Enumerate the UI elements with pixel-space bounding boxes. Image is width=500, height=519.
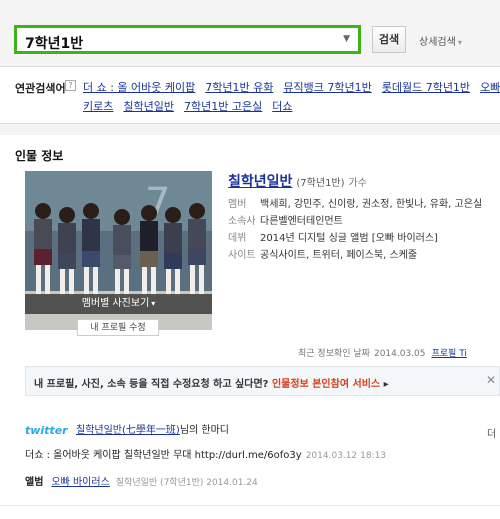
info-value[interactable]: 2014년 디지털 싱글 앨범 [오빠 바이러스] xyxy=(260,233,438,244)
related-link[interactable]: 칠학년일반 xyxy=(123,100,174,113)
profile-report-link[interactable]: 프로필 Ti xyxy=(432,349,467,359)
chevron-down-icon: ▾ xyxy=(151,299,156,308)
related-link[interactable]: 뮤직뱅크 7학년1반 xyxy=(283,81,371,94)
notice-link[interactable]: 인물정보 본인참여 서비스 xyxy=(272,379,380,390)
album-meta: 칠학년일반 (7학년1반) 2014.01.24 xyxy=(115,478,258,488)
help-icon[interactable]: ? xyxy=(65,80,76,91)
close-icon[interactable]: ✕ xyxy=(486,373,496,387)
related-label: 연관검색어 xyxy=(15,82,66,95)
dropdown-arrow-icon[interactable]: ▼ xyxy=(343,34,350,44)
notice-question: 내 프로필, 사진, 소속 등을 직접 수정요청 하고 싶다면? xyxy=(34,379,269,390)
info-key: 소속사 xyxy=(228,216,256,227)
info-value[interactable]: 다른벨엔터테인먼트 xyxy=(260,216,343,227)
arrow-right-icon: ▸ xyxy=(383,379,389,390)
info-value[interactable]: 공식사이트, 트위터, 페이스북, 스케줄 xyxy=(260,250,417,261)
info-key: 사이트 xyxy=(228,250,256,261)
twitter-title-suffix: 님의 한마디 xyxy=(179,425,229,436)
search-button[interactable]: 검색 xyxy=(372,26,406,53)
info-table: 멤버 백세희, 강민주, 신이랑, 권소정, 한빛나, 유화, 고은실 소속사 다른… xyxy=(228,195,482,263)
album-title-link[interactable]: 오빠 바이러스 xyxy=(51,477,109,488)
person-hanja: (7학년1반) xyxy=(296,178,345,189)
related-searches: 연관검색어 ? 더 쇼 : 올 어바웃 케이팝 7학년1반 유화 뮤직뱅크 7학년1… xyxy=(0,66,500,124)
info-row-debut: 데뷔 2014년 디지털 싱글 앨범 [오빠 바이러스] xyxy=(228,229,482,246)
updated-label: 최근 정보확인 날짜 xyxy=(298,349,370,359)
related-link[interactable]: 7학년1반 고은실 xyxy=(184,100,262,113)
related-link[interactable]: 롯데월드 7학년1반 xyxy=(382,81,470,94)
album-label: 앨범 xyxy=(25,477,44,488)
edit-request-notice: 내 프로필, 사진, 소속 등을 직접 수정요청 하고 싶다면? 인물정보 본인… xyxy=(25,366,500,396)
twitter-title: 칠학년일반(七學年一班)님의 한마디 xyxy=(76,421,229,436)
last-updated: 최근 정보확인 날짜 2014.03.05 프로필 Ti xyxy=(298,346,467,359)
person-role: 가수 xyxy=(348,178,367,189)
search-query[interactable]: 7학년1반 xyxy=(25,33,83,53)
related-row-2: 키로츠 칠학년일반 7학년1반 고은실 더쇼 xyxy=(83,98,302,114)
info-row-members: 멤버 백세희, 강민주, 신이랑, 권소정, 한빛나, 유화, 고은실 xyxy=(228,195,482,212)
info-value[interactable]: 백세희, 강민주, 신이랑, 권소정, 한빛나, 유화, 고은실 xyxy=(260,199,482,210)
person-name-link[interactable]: 칠학년일반 xyxy=(228,174,292,190)
related-link[interactable]: 더 쇼 : 올 어바웃 케이팝 xyxy=(83,81,195,94)
member-photos-button[interactable]: 멤버별 사진보기 ▾ xyxy=(25,294,212,314)
twitter-more-link[interactable]: 더 xyxy=(487,425,496,440)
tweet-text[interactable]: 더쇼 : 올어바웃 케이팝 칠학년일반 무대 http://durl.me/6o… xyxy=(25,450,302,461)
divider xyxy=(0,505,500,506)
related-link[interactable]: 더쇼 xyxy=(272,100,292,113)
person-info-card: 인물 정보 7 멤버별 사진보기 ▾ 내 프로필 수정 칠학년일반 (7학년1반) 가… xyxy=(0,135,500,519)
edit-profile-button[interactable]: 내 프로필 수정 xyxy=(77,319,159,336)
search-input[interactable]: 7학년1반 ▼ xyxy=(14,25,361,54)
detail-search-link[interactable]: 상세검색 ▾ xyxy=(419,33,462,48)
related-row-1: 더 쇼 : 올 어바웃 케이팝 7학년1반 유화 뮤직뱅크 7학년1반 롯데월드 7학… xyxy=(83,79,500,95)
tweet-body: 더쇼 : 올어바웃 케이팝 칠학년일반 무대 http://durl.me/6o… xyxy=(25,446,386,461)
twitter-logo: twitter xyxy=(25,424,68,437)
chevron-down-icon: ▾ xyxy=(457,38,462,47)
notice-text: 내 프로필, 사진, 소속 등을 직접 수정요청 하고 싶다면? 인물정보 본인… xyxy=(34,375,389,390)
album-row: 앨범 오빠 바이러스 칠학년일반 (7학년1반) 2014.01.24 xyxy=(25,473,258,488)
info-key: 데뷔 xyxy=(228,233,247,244)
detail-search-label[interactable]: 상세검색 xyxy=(419,37,456,48)
updated-date: 2014.03.05 xyxy=(373,349,426,359)
info-key: 멤버 xyxy=(228,199,247,210)
member-photos-label[interactable]: 멤버별 사진보기 xyxy=(82,298,150,309)
person-name-line: 칠학년일반 (7학년1반) 가수 xyxy=(228,171,367,191)
info-row-agency: 소속사 다른벨엔터테인먼트 xyxy=(228,212,482,229)
twitter-account-link[interactable]: 칠학년일반(七學年一班) xyxy=(76,425,180,436)
related-link[interactable]: 키로츠 xyxy=(83,100,113,113)
related-link[interactable]: 7학년1반 유화 xyxy=(205,81,273,94)
info-row-sites: 사이트 공식사이트, 트위터, 페이스북, 스케줄 xyxy=(228,246,482,263)
tweet-date: 2014.03.12 18:13 xyxy=(305,451,387,461)
search-header: 7학년1반 ▼ 검색 상세검색 ▾ xyxy=(0,0,500,66)
section-title: 인물 정보 xyxy=(15,149,64,163)
related-link[interactable]: 오빠 바이 xyxy=(480,81,500,94)
